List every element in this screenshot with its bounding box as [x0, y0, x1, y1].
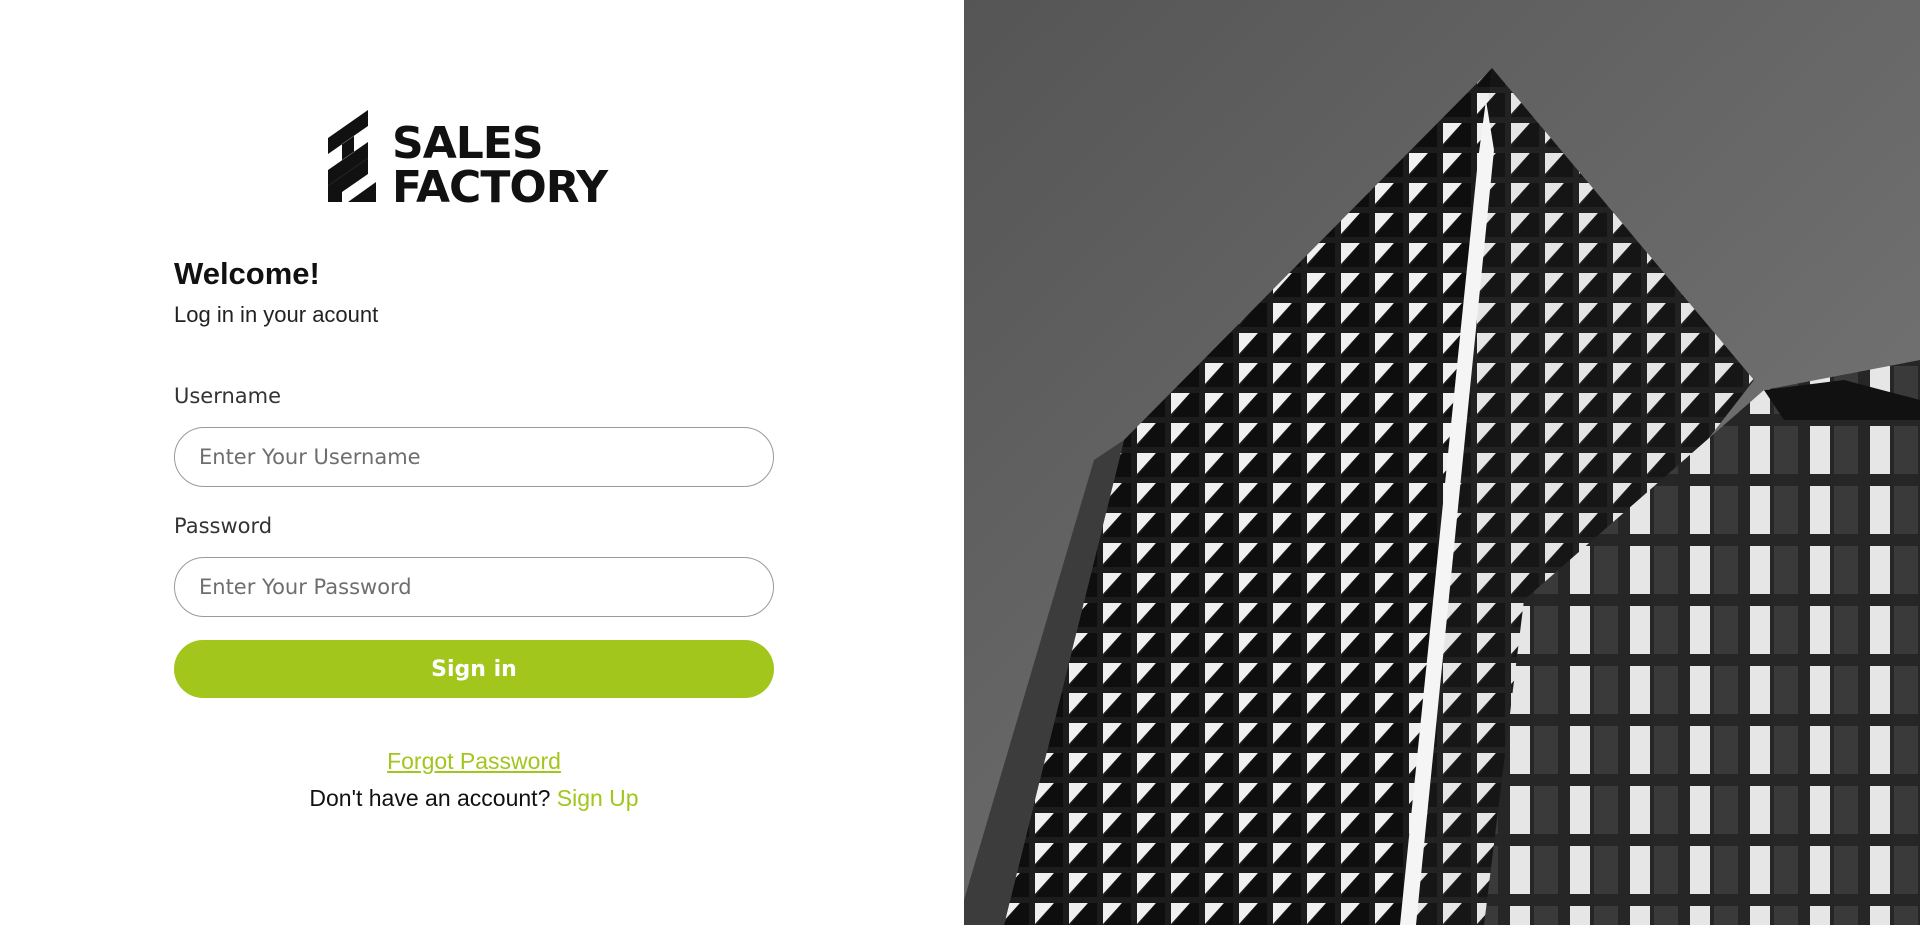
logo-mark-icon — [328, 110, 376, 202]
logo-line-1: SALES — [392, 118, 544, 169]
sign-up-link[interactable]: Sign Up — [557, 785, 639, 811]
building-photo-icon — [964, 0, 1920, 925]
password-input[interactable] — [174, 557, 774, 617]
sales-factory-logo: SALES FACTORY — [328, 108, 624, 210]
username-label: Username — [174, 384, 282, 408]
logo-line-2: FACTORY — [392, 162, 608, 213]
sign-in-button[interactable]: Sign in — [174, 640, 774, 698]
forgot-password-link[interactable]: Forgot Password — [174, 748, 774, 775]
logo-wordmark: SALES FACTORY — [392, 118, 608, 213]
username-input[interactable] — [174, 427, 774, 487]
password-label: Password — [174, 514, 273, 538]
signup-prompt-text: Don't have an account? — [309, 785, 551, 811]
hero-image — [964, 0, 1920, 925]
welcome-heading: Welcome! — [174, 256, 320, 291]
login-panel: SALES FACTORY Welcome! Log in in your ac… — [0, 0, 964, 925]
signup-prompt: Don't have an account? Sign Up — [174, 785, 774, 812]
login-subtitle: Log in in your acount — [174, 302, 379, 327]
